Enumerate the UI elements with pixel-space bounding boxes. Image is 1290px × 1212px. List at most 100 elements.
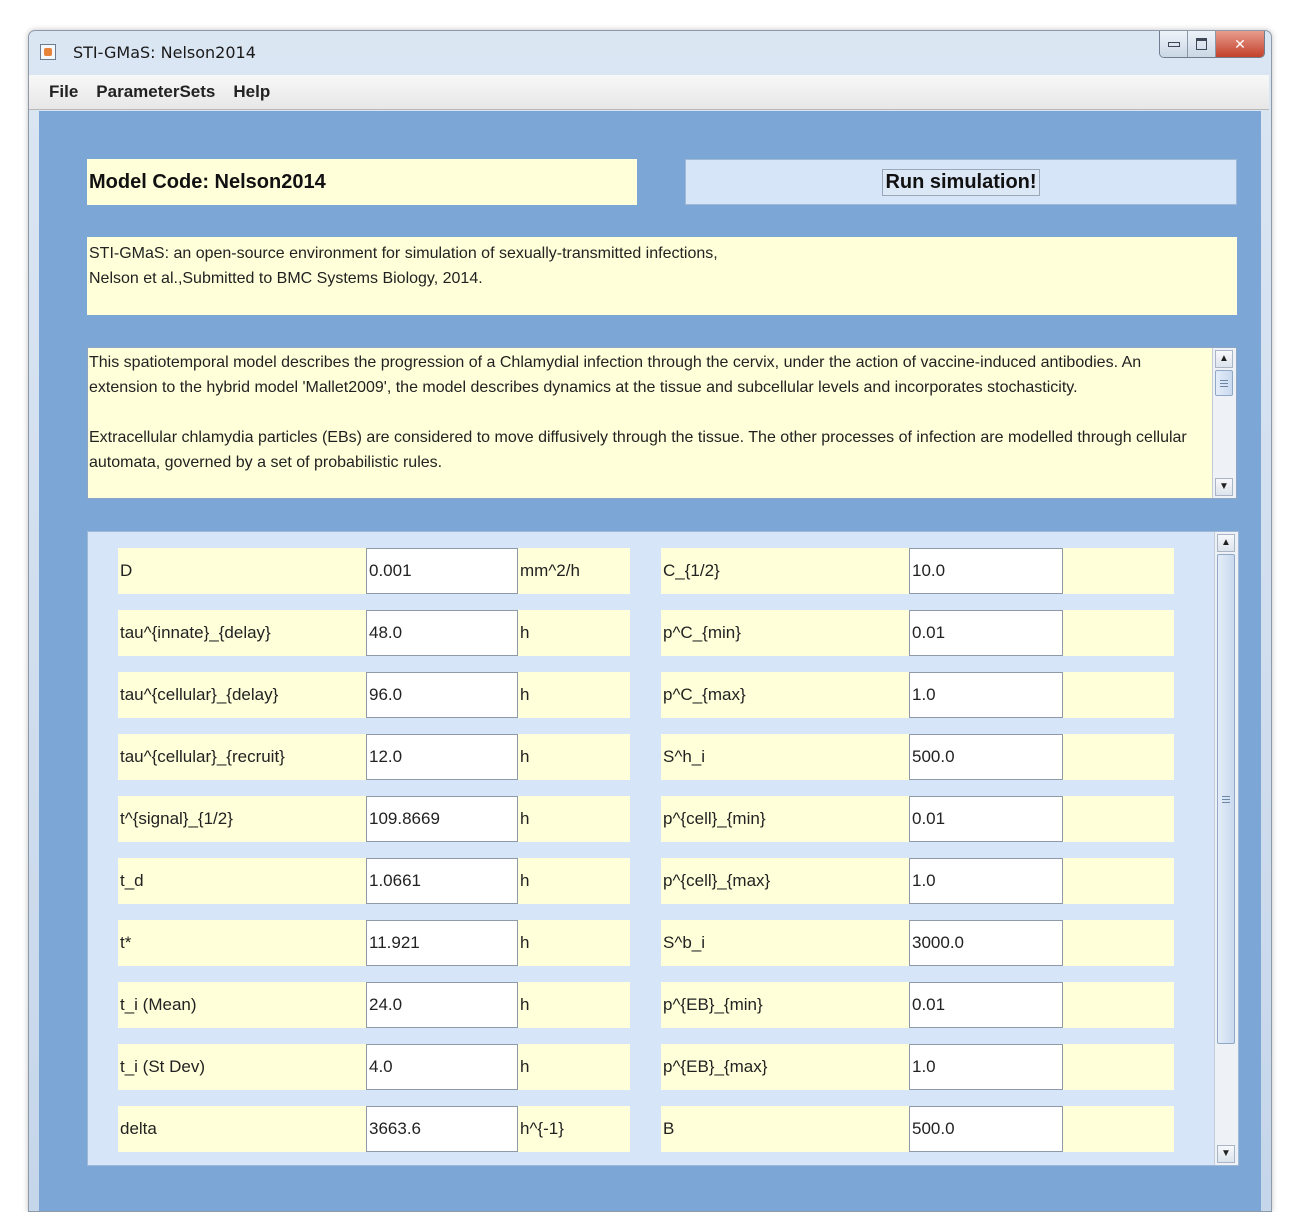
app-window: STI-GMaS: Nelson2014 ✕ File ParameterSet…	[28, 30, 1272, 1212]
parameter-value-input[interactable]: 1.0	[909, 1044, 1063, 1090]
parameter-unit: h	[518, 610, 630, 656]
parameter-name: delta	[118, 1106, 366, 1152]
parameter-unit: h	[518, 796, 630, 842]
parameter-name: tau^{innate}_{delay}	[118, 610, 366, 656]
parameter-name: C_{1/2}	[661, 548, 909, 594]
description-scroll-thumb[interactable]	[1215, 370, 1233, 396]
grip-icon	[1220, 379, 1228, 387]
run-panel: Run simulation!	[685, 159, 1237, 205]
parameter-value-input[interactable]: 48.0	[366, 610, 518, 656]
parameter-row: t_d 1.0661 h p^{cell}_{max} 1.0	[118, 858, 1208, 904]
parameter-unit	[1063, 610, 1174, 656]
parameter-unit	[1063, 672, 1174, 718]
parameter-value-input[interactable]: 109.8669	[366, 796, 518, 842]
menu-file[interactable]: File	[29, 82, 87, 102]
maximize-icon	[1196, 38, 1207, 50]
parameter-unit	[1063, 796, 1174, 842]
grip-icon	[1222, 795, 1230, 803]
description-scrollbar[interactable]: ▲ ▼	[1212, 348, 1236, 498]
parameter-value-input[interactable]: 96.0	[366, 672, 518, 718]
parameter-unit	[1063, 548, 1174, 594]
parameter-value-input[interactable]: 4.0	[366, 1044, 518, 1090]
parameter-unit	[1063, 920, 1174, 966]
parameter-row: tau^{cellular}_{recruit} 12.0 h S^h_i 500.0	[118, 734, 1208, 780]
parameter-row: t_i (Mean) 24.0 h p^{EB}_{min} 0.01	[118, 982, 1208, 1028]
parameter-unit: h	[518, 858, 630, 904]
menu-bar: File ParameterSets Help	[29, 75, 1269, 110]
parameter-name: p^{EB}_{max}	[661, 1044, 909, 1090]
description-paragraph-1: This spatiotemporal model describes the …	[89, 354, 1142, 396]
window-title: STI-GMaS: Nelson2014	[73, 43, 256, 62]
window-controls: ✕	[1159, 31, 1265, 58]
parameter-unit	[1063, 858, 1174, 904]
parameter-unit: h	[518, 920, 630, 966]
parameter-unit	[1063, 1106, 1174, 1152]
parameter-name: p^{cell}_{min}	[661, 796, 909, 842]
parameter-value-input[interactable]: 500.0	[909, 734, 1063, 780]
parameter-unit	[1063, 734, 1174, 780]
parameter-name: tau^{cellular}_{recruit}	[118, 734, 366, 780]
java-app-icon	[40, 44, 56, 60]
parameter-unit: h	[518, 672, 630, 718]
parameter-value-input[interactable]: 3000.0	[909, 920, 1063, 966]
parameter-row: t^{signal}_{1/2} 109.8669 h p^{cell}_{min} 0…	[118, 796, 1208, 842]
parameter-value-input[interactable]: 3663.6	[366, 1106, 518, 1152]
parameter-value-input[interactable]: 10.0	[909, 548, 1063, 594]
parameter-unit: h	[518, 1044, 630, 1090]
description-paragraph-2: Extracellular chlamydia particles (EBs) …	[89, 429, 1187, 471]
parameter-value-input[interactable]: 0.01	[909, 982, 1063, 1028]
description-text: This spatiotemporal model describes the …	[89, 350, 1207, 498]
scroll-down-arrow-icon[interactable]: ▼	[1217, 1145, 1235, 1163]
parameter-unit: h	[518, 982, 630, 1028]
parameter-scroll-thumb[interactable]	[1217, 554, 1235, 1044]
parameter-unit: h	[518, 734, 630, 780]
parameter-name: p^C_{min}	[661, 610, 909, 656]
parameter-name: p^{cell}_{max}	[661, 858, 909, 904]
run-simulation-button[interactable]: Run simulation!	[882, 168, 1040, 196]
title-bar[interactable]: STI-GMaS: Nelson2014 ✕	[29, 31, 1271, 73]
parameter-value-input[interactable]: 0.01	[909, 610, 1063, 656]
maximize-button[interactable]	[1188, 31, 1216, 57]
parameter-name: t_d	[118, 858, 366, 904]
parameter-name: tau^{cellular}_{delay}	[118, 672, 366, 718]
scroll-up-arrow-icon[interactable]: ▲	[1215, 350, 1233, 368]
scroll-up-arrow-icon[interactable]: ▲	[1217, 534, 1235, 552]
parameter-panel: D 0.001 mm^2/h C_{1/2} 10.0 tau^{innate}_{del…	[87, 531, 1239, 1166]
parameter-value-input[interactable]: 0.01	[909, 796, 1063, 842]
parameter-row: t_i (St Dev) 4.0 h p^{EB}_{max} 1.0	[118, 1044, 1208, 1090]
menu-help[interactable]: Help	[224, 82, 279, 102]
main-content: Model Code: Nelson2014 Run simulation! S…	[39, 111, 1261, 1211]
parameter-name: S^h_i	[661, 734, 909, 780]
parameter-unit	[1063, 982, 1174, 1028]
parameter-value-input[interactable]: 11.921	[366, 920, 518, 966]
parameter-value-input[interactable]: 24.0	[366, 982, 518, 1028]
minimize-button[interactable]	[1160, 31, 1188, 57]
close-button[interactable]: ✕	[1216, 31, 1264, 57]
parameter-name: D	[118, 548, 366, 594]
parameter-name: p^C_{max}	[661, 672, 909, 718]
parameter-value-input[interactable]: 12.0	[366, 734, 518, 780]
parameter-row: D 0.001 mm^2/h C_{1/2} 10.0	[118, 548, 1208, 594]
citation-line-2: Nelson et al.,Submitted to BMC Systems B…	[89, 270, 483, 287]
parameter-value-input[interactable]: 1.0661	[366, 858, 518, 904]
parameter-value-input[interactable]: 500.0	[909, 1106, 1063, 1152]
menu-parametersets[interactable]: ParameterSets	[87, 82, 224, 102]
parameter-name: t^{signal}_{1/2}	[118, 796, 366, 842]
model-description[interactable]: This spatiotemporal model describes the …	[87, 347, 1237, 499]
parameter-unit	[1063, 1044, 1174, 1090]
citation-panel: STI-GMaS: an open-source environment for…	[87, 237, 1237, 315]
parameter-row: tau^{cellular}_{delay} 96.0 h p^C_{max} 1.0	[118, 672, 1208, 718]
parameter-scrollbar[interactable]: ▲ ▼	[1214, 532, 1238, 1165]
parameter-row: delta 3663.6 h^{-1} B 500.0	[118, 1106, 1208, 1152]
scroll-down-arrow-icon[interactable]: ▼	[1215, 478, 1233, 496]
citation-line-1: STI-GMaS: an open-source environment for…	[89, 245, 718, 262]
parameter-name: t_i (Mean)	[118, 982, 366, 1028]
parameter-unit: mm^2/h	[518, 548, 630, 594]
parameter-value-input[interactable]: 1.0	[909, 672, 1063, 718]
parameter-name: t*	[118, 920, 366, 966]
parameter-value-input[interactable]: 0.001	[366, 548, 518, 594]
close-icon: ✕	[1234, 35, 1246, 52]
parameter-name: S^b_i	[661, 920, 909, 966]
parameter-value-input[interactable]: 1.0	[909, 858, 1063, 904]
minimize-icon	[1167, 41, 1180, 47]
